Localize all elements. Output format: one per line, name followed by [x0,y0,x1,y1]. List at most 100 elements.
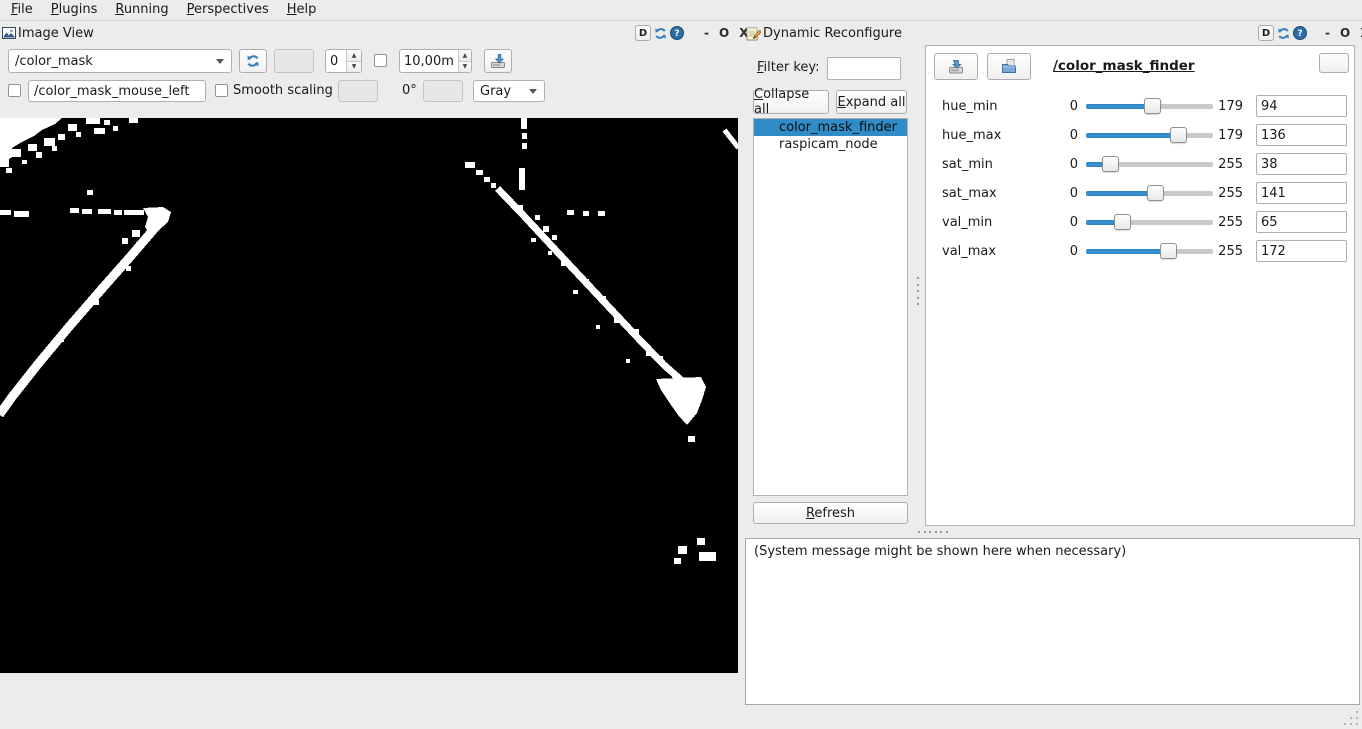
save-params-icon [947,58,965,75]
parameter-slider[interactable] [1086,212,1213,233]
slider-fill [1086,133,1179,138]
parameter-max: 179 [1213,128,1243,143]
svg-text:?: ? [1297,29,1302,39]
help-icon[interactable]: ? [670,26,684,40]
refresh-label: Refresh [806,506,855,521]
slider-handle[interactable] [1170,127,1187,143]
spin-down-icon[interactable]: ▼ [459,62,471,73]
menu-item[interactable]: File [2,2,42,17]
open-folder-icon [1000,58,1018,75]
collapse-all-label: Collapse all [754,87,828,117]
parameter-min: 0 [1056,186,1078,201]
filter-key-input[interactable] [827,57,901,80]
system-message-box: (System message might be shown here when… [745,538,1360,705]
parameter-min: 0 [1056,128,1078,143]
mouse-topic-field[interactable]: /color_mask_mouse_left [28,80,206,102]
node-tree-item[interactable]: color_mask_finder [754,119,907,136]
dock-button[interactable]: D [635,25,651,41]
close-button[interactable]: X [1356,26,1362,40]
parameter-name: val_min [942,215,992,230]
image-topic-selected: /color_mask [15,54,93,69]
collapse-all-button[interactable]: Collapse all [753,90,829,114]
menu-item[interactable]: Help [278,2,326,17]
minimize-button[interactable]: - [1321,26,1334,40]
parameter-min: 0 [1056,215,1078,230]
vertical-splitter-handle[interactable] [916,277,920,305]
dock-button[interactable]: D [1258,25,1274,41]
smooth-scaling-label: Smooth scaling [233,83,333,98]
parameter-slider[interactable] [1086,183,1213,204]
dynamic-reconfigure-title: Dynamic Reconfigure [763,26,902,41]
parameter-min: 0 [1056,244,1078,259]
minimize-button[interactable]: - [700,26,713,40]
publish-mouse-checkbox[interactable] [8,84,21,97]
smooth-scaling-checkbox[interactable] [215,84,228,97]
expand-all-button[interactable]: Expand all [836,90,907,114]
max-range-spinbox[interactable]: 10,00m ▲▼ [399,49,472,73]
slider-handle[interactable] [1160,243,1177,259]
svg-text:?: ? [674,29,679,39]
parameter-name: sat_max [942,186,997,201]
parameter-row: val_max 0 255 [926,237,1356,266]
parameter-max: 255 [1213,157,1243,172]
maximize-button[interactable]: O [715,26,733,40]
slider-handle[interactable] [1144,98,1161,114]
panel-close-button[interactable] [1319,53,1349,73]
menu-item[interactable]: Plugins [42,2,107,17]
spinbox-arrows[interactable]: ▲▼ [458,50,471,72]
spin-up-icon[interactable]: ▲ [459,50,471,62]
dynamic-range-checkbox[interactable] [374,54,387,67]
parameter-slider[interactable] [1086,154,1213,175]
parameter-name: hue_min [942,99,998,114]
refresh-button[interactable]: Refresh [753,502,908,524]
color-scheme-combobox[interactable]: Gray [473,80,545,102]
window-resize-grip[interactable] [1342,709,1360,727]
save-image-button[interactable] [484,49,512,73]
spin-down-icon[interactable]: ▼ [347,62,361,73]
parameter-row: val_min 0 255 [926,208,1356,237]
parameter-value-input[interactable] [1256,124,1347,146]
parameter-value-input[interactable] [1256,240,1347,262]
save-params-button[interactable] [934,53,978,80]
menu-bar: FilePluginsRunningPerspectivesHelp [0,0,1362,21]
parameter-slider[interactable] [1086,96,1213,117]
menu-item[interactable]: Perspectives [178,2,278,17]
refresh-topics-icon [245,53,261,69]
spinbox-arrows[interactable]: ▲▼ [346,50,361,72]
parameter-value-input[interactable] [1256,182,1347,204]
reload-plugin-icon[interactable] [653,26,668,41]
parameter-slider[interactable] [1086,125,1213,146]
parameter-list: hue_min 0 179 hue_max 0 [926,92,1356,266]
zoom-spinbox[interactable]: 0 ▲▼ [325,49,362,73]
maximize-button[interactable]: O [1336,26,1354,40]
slider-handle[interactable] [1147,185,1164,201]
expand-all-label: Expand all [838,95,906,110]
parameter-value-input[interactable] [1256,95,1347,117]
refresh-topics-button[interactable] [239,49,267,73]
image-topic-combobox[interactable]: /color_mask [8,49,232,73]
parameter-max: 255 [1213,186,1243,201]
parameter-value-input[interactable] [1256,211,1347,233]
help-icon[interactable]: ? [1293,26,1307,40]
parameter-name: val_max [942,244,996,259]
reload-plugin-icon[interactable] [1276,26,1291,41]
spin-up-icon[interactable]: ▲ [347,50,361,62]
node-tree-item[interactable]: raspicam_node [754,136,907,153]
parameter-min: 0 [1056,99,1078,114]
load-params-button[interactable] [987,53,1031,80]
image-view-title: Image View [18,26,94,41]
parameter-row: hue_min 0 179 [926,92,1356,121]
slider-handle[interactable] [1102,156,1119,172]
parameter-slider[interactable] [1086,241,1213,262]
parameter-value-input[interactable] [1256,153,1347,175]
chevron-down-icon [216,59,224,64]
image-viewport[interactable] [0,118,738,673]
slider-handle[interactable] [1114,214,1131,230]
max-range-spinbox-value: 10,00m [400,50,458,72]
slider-fill [1086,249,1169,254]
menu-item[interactable]: Running [106,2,177,17]
node-panel-title[interactable]: /color_mask_finder [1053,58,1195,74]
parameter-name: hue_max [942,128,1001,143]
parameter-min: 0 [1056,157,1078,172]
horizontal-splitter-handle[interactable] [918,531,948,533]
